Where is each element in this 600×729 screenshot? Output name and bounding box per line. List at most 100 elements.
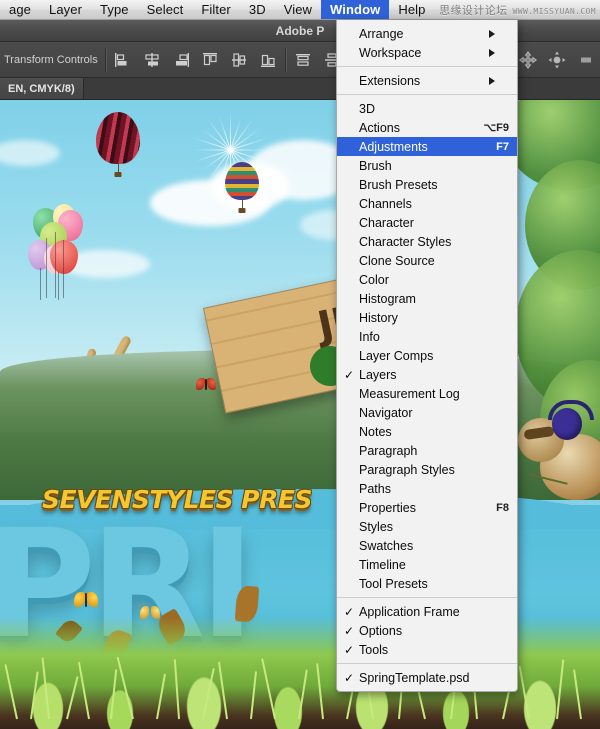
align-vertical-centers-icon[interactable] (229, 50, 249, 70)
align-right-edges-icon[interactable] (171, 50, 191, 70)
butterfly (196, 378, 216, 391)
menu-item-label: Brush Presets (359, 177, 438, 192)
distribute-top-edges-icon[interactable] (293, 50, 313, 70)
menu-item-label: Tool Presets (359, 576, 428, 591)
menubar-item-select[interactable]: Select (138, 0, 193, 19)
menu-item-label: Info (359, 329, 380, 344)
menu-item-label: Character (359, 215, 414, 230)
watermark-chinese: 思缘设计论坛 (439, 5, 508, 17)
menu-item-label: Actions (359, 120, 400, 135)
menu-item-measurement-log[interactable]: Measurement Log (337, 384, 517, 403)
align-bottom-edges-icon[interactable] (258, 50, 278, 70)
menu-item-label: Color (359, 272, 389, 287)
window-title: Adobe P (275, 23, 325, 38)
menu-item-label: Options (359, 623, 403, 638)
menu-item-brush[interactable]: Brush (337, 156, 517, 175)
menubar-item-layer[interactable]: Layer (40, 0, 91, 19)
align-buttons-group[interactable] (113, 50, 278, 70)
menu-item-label: Brush (359, 158, 392, 173)
photoshop-window: JU PRI SEVENSTYLES PRES (0, 0, 600, 729)
menu-item-brush-presets[interactable]: Brush Presets (337, 175, 517, 194)
menu-item-shortcut: ⌥F9 (483, 122, 509, 134)
checkmark-icon: ✓ (344, 623, 355, 638)
window-dropdown-menu[interactable]: Arrange Workspace Extensions 3D Actions ⌥F9 Ad… (336, 20, 518, 692)
menu-item-layers[interactable]: ✓ Layers (337, 365, 517, 384)
menu-item-tools[interactable]: ✓ Tools (337, 640, 517, 659)
menubar-item-type[interactable]: Type (91, 0, 138, 19)
menu-item-application-frame[interactable]: ✓ Application Frame (337, 602, 517, 621)
menu-item-actions[interactable]: Actions ⌥F9 (337, 118, 517, 137)
menu-item-tool-presets[interactable]: Tool Presets (337, 574, 517, 593)
menu-item-paragraph[interactable]: Paragraph (337, 441, 517, 460)
menu-item-timeline[interactable]: Timeline (337, 555, 517, 574)
align-horizontal-centers-icon[interactable] (142, 50, 162, 70)
menubar-item-help[interactable]: Help (389, 0, 434, 19)
watermark: 思缘设计论坛 WWW.MISSYUAN.COM (439, 2, 596, 18)
menu-item-label: Character Styles (359, 234, 452, 249)
menu-item-paths[interactable]: Paths (337, 479, 517, 498)
menu-item-label: SpringTemplate.psd (359, 670, 470, 685)
menu-item-label: Paragraph (359, 443, 418, 458)
menu-item-label: Application Frame (359, 604, 460, 619)
headline-text: SEVENSTYLES PRES (42, 485, 312, 514)
menu-item-label: Clone Source (359, 253, 435, 268)
menu-item-info[interactable]: Info (337, 327, 517, 346)
menu-item-color[interactable]: Color (337, 270, 517, 289)
menu-item-channels[interactable]: Channels (337, 194, 517, 213)
menu-item-label: Extensions (359, 73, 421, 88)
menu-item-history[interactable]: History (337, 308, 517, 327)
menu-item-label: Notes (359, 424, 392, 439)
menu-item-label: 3D (359, 101, 375, 116)
menu-item-arrange[interactable]: Arrange (337, 24, 517, 43)
menu-item-3d[interactable]: 3D (337, 99, 517, 118)
menu-item-paragraph-styles[interactable]: Paragraph Styles (337, 460, 517, 479)
menu-item-swatches[interactable]: Swatches (337, 536, 517, 555)
menu-item-label: Paths (359, 481, 391, 496)
menu-separator (337, 663, 517, 664)
menu-item-notes[interactable]: Notes (337, 422, 517, 441)
checkmark-icon: ✓ (344, 670, 355, 685)
menu-separator (337, 94, 517, 95)
menubar-item-view[interactable]: View (275, 0, 321, 19)
align-left-edges-icon[interactable] (113, 50, 133, 70)
menu-item-label: Styles (359, 519, 394, 534)
menu-item-label: Properties (359, 500, 416, 515)
menubar-item-age[interactable]: age (0, 0, 40, 19)
menu-item-properties[interactable]: Properties F8 (337, 498, 517, 517)
menu-item-layer-comps[interactable]: Layer Comps (337, 346, 517, 365)
menu-item-label: Paragraph Styles (359, 462, 455, 477)
menu-item-histogram[interactable]: Histogram (337, 289, 517, 308)
menu-item-label: Navigator (359, 405, 413, 420)
menu-item-navigator[interactable]: Navigator (337, 403, 517, 422)
menu-item-label: History (359, 310, 398, 325)
align-top-edges-icon[interactable] (200, 50, 220, 70)
checkmark-icon: ✓ (344, 642, 355, 657)
submenu-arrow-icon (489, 29, 509, 38)
menu-item-styles[interactable]: Styles (337, 517, 517, 536)
butterfly (140, 606, 160, 620)
menu-item-label: Measurement Log (359, 386, 460, 401)
menu-item-character[interactable]: Character (337, 213, 517, 232)
menu-item-workspace[interactable]: Workspace (337, 43, 517, 62)
menu-item-label: Layer Comps (359, 348, 434, 363)
checkmark-icon: ✓ (344, 367, 355, 382)
3d-scale-icon[interactable] (576, 50, 596, 70)
3d-slide-icon[interactable] (547, 50, 567, 70)
submenu-arrow-icon (489, 76, 509, 85)
menu-item-label: Arrange (359, 26, 404, 41)
menu-item-springtemplate-psd[interactable]: ✓ SpringTemplate.psd (337, 668, 517, 687)
hot-air-balloon (225, 162, 259, 216)
menu-item-adjustments[interactable]: Adjustments F7 (337, 137, 517, 156)
menubar-item-filter[interactable]: Filter (192, 0, 240, 19)
menu-item-extensions[interactable]: Extensions (337, 71, 517, 90)
menubar-item-3d[interactable]: 3D (240, 0, 275, 19)
menu-item-options[interactable]: ✓ Options (337, 621, 517, 640)
3d-pan-icon[interactable] (518, 50, 538, 70)
menu-item-label: Swatches (359, 538, 414, 553)
menu-item-label: Workspace (359, 45, 422, 60)
menu-item-clone-source[interactable]: Clone Source (337, 251, 517, 270)
chipmunk-with-headphones (518, 400, 600, 528)
document-tab[interactable]: EN, CMYK/8) (0, 78, 84, 99)
menu-item-character-styles[interactable]: Character Styles (337, 232, 517, 251)
menubar-item-window[interactable]: Window (321, 0, 390, 19)
